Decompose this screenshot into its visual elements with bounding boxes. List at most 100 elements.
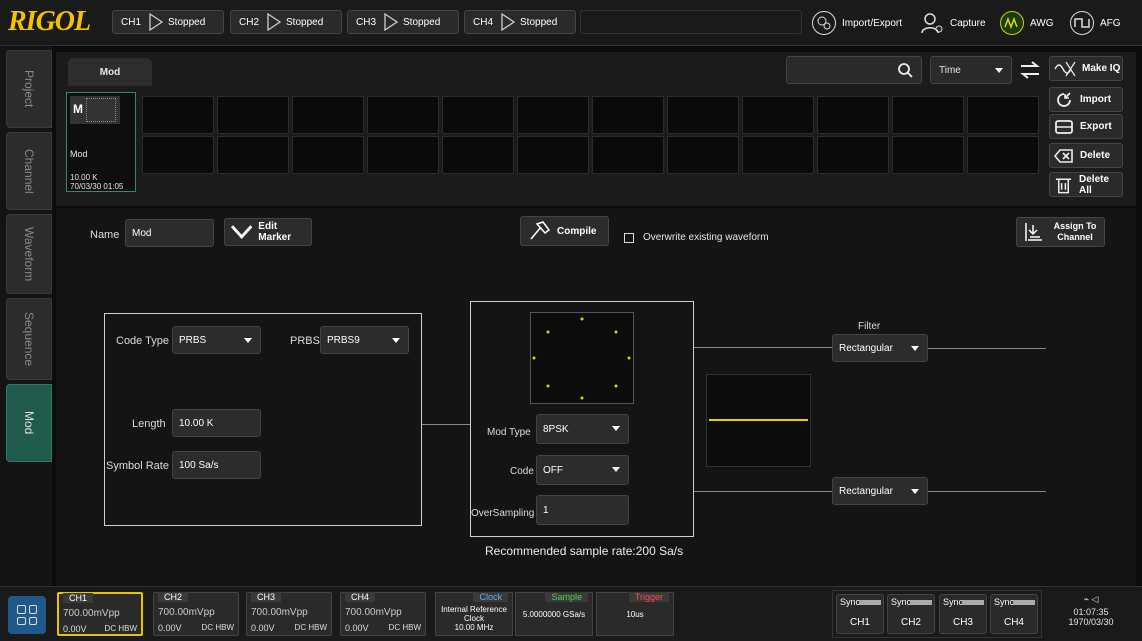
export-button[interactable]: Export: [1049, 114, 1123, 139]
library-slot[interactable]: [742, 136, 814, 174]
capture-icon: [921, 13, 943, 34]
awg-button[interactable]: AWG: [1000, 10, 1054, 36]
flow-line-i-out: [928, 348, 1046, 349]
channel-card-ch4[interactable]: CH4 700.00mVpp 0.00V DC HBW: [340, 592, 426, 636]
tab-project[interactable]: Project: [6, 50, 52, 128]
clock-card[interactable]: Clock Internal Reference Clock 10.00 MHz: [435, 592, 513, 636]
library-slot[interactable]: [217, 136, 289, 174]
library-slot[interactable]: [292, 136, 364, 174]
library-slot[interactable]: [667, 136, 739, 174]
edit-marker-button[interactable]: Edit Marker: [224, 218, 312, 246]
mod-type-label: Mod Type: [487, 427, 531, 438]
channel-card-ch2[interactable]: CH2 700.00mVpp 0.00V DC HBW: [153, 592, 239, 636]
delete-all-button[interactable]: Delete All: [1049, 172, 1123, 197]
library-slot[interactable]: [517, 136, 589, 174]
tab-channel[interactable]: Channel: [6, 132, 52, 210]
name-input[interactable]: Mod: [125, 219, 214, 247]
tab-waveform[interactable]: Waveform: [6, 214, 52, 294]
chevron-down-icon: [995, 68, 1003, 73]
library-slot[interactable]: [892, 136, 964, 174]
import-export-icon: [812, 11, 836, 35]
sync-ch2[interactable]: Sync CH2: [887, 594, 935, 634]
ch1-run-button[interactable]: CH1 Stopped: [112, 10, 224, 34]
filter-q-select[interactable]: Rectangular: [832, 477, 928, 505]
make-iq-button[interactable]: Make IQ: [1049, 56, 1123, 81]
library-slot[interactable]: [217, 96, 289, 134]
sample-card[interactable]: Sample 5.0000000 GSa/s: [515, 592, 593, 636]
library-slot[interactable]: [367, 136, 439, 174]
delete-label: Delete: [1080, 150, 1111, 161]
assign-to-channel-button[interactable]: Assign To Channel: [1016, 217, 1105, 247]
library-slot[interactable]: [517, 96, 589, 134]
rigol-logo: RIGOL: [8, 6, 91, 37]
afg-button[interactable]: AFG: [1070, 10, 1121, 36]
library-slot[interactable]: [892, 96, 964, 134]
sync-ch: CH3: [952, 617, 973, 628]
system-tray[interactable]: ⌁ ◁ 01:07:35 1970/03/30: [1046, 590, 1136, 638]
sync-ch1[interactable]: Sync CH1: [836, 594, 884, 634]
ch3-run-button[interactable]: CH3 Stopped: [347, 10, 459, 34]
library-slot[interactable]: [967, 96, 1039, 134]
card-offset: 0.00V: [63, 624, 87, 634]
code-select[interactable]: OFF: [536, 455, 629, 485]
library-slot[interactable]: [292, 96, 364, 134]
afg-icon: [1070, 11, 1094, 35]
overwrite-checkbox[interactable]: [624, 233, 634, 243]
mod-type-select[interactable]: 8PSK: [536, 414, 629, 444]
flow-line-q: [694, 491, 832, 492]
channel-card-ch3[interactable]: CH3 700.00mVpp 0.00V DC HBW: [246, 592, 332, 636]
code-type-select[interactable]: PRBS: [172, 326, 261, 354]
delete-all-label: Delete All: [1079, 173, 1110, 196]
assign-label-line1: Assign To: [1053, 221, 1097, 231]
library-slot[interactable]: [817, 136, 889, 174]
chevron-down-icon: [392, 338, 400, 343]
library-slot[interactable]: [367, 96, 439, 134]
library-slot[interactable]: [592, 136, 664, 174]
compile-button[interactable]: Compile: [520, 216, 609, 246]
library-slot[interactable]: [142, 136, 214, 174]
play-icon: [501, 13, 516, 31]
library-tab-mod[interactable]: Mod: [68, 58, 152, 86]
search-input[interactable]: [786, 56, 922, 84]
library-slot[interactable]: [667, 96, 739, 134]
length-input[interactable]: 10.00 K: [172, 409, 261, 437]
import-export-label: Import/Export: [842, 17, 903, 29]
library-slot[interactable]: [592, 96, 664, 134]
sort-select[interactable]: Time: [930, 56, 1012, 84]
symbol-rate-input[interactable]: 100 Sa/s: [172, 451, 261, 479]
library-slot[interactable]: [817, 96, 889, 134]
import-button[interactable]: Import: [1049, 87, 1123, 112]
grid-cell: [17, 616, 26, 625]
prbs-select[interactable]: PRBS9: [320, 326, 409, 354]
search-icon[interactable]: [897, 62, 913, 78]
library-slot[interactable]: [967, 136, 1039, 174]
item-name: Mod: [70, 149, 88, 159]
oversampling-input[interactable]: 1: [536, 495, 629, 525]
waveform-trace: [709, 419, 808, 421]
ch2-run-button[interactable]: CH2 Stopped: [230, 10, 342, 34]
trigger-card[interactable]: Trigger 10us: [596, 592, 674, 636]
grid-icon: [86, 98, 116, 122]
library-slot[interactable]: [142, 96, 214, 134]
swap-icon[interactable]: [1018, 58, 1042, 82]
sync-ch4[interactable]: Sync CH4: [990, 594, 1038, 634]
sync-ch3[interactable]: Sync CH3: [939, 594, 987, 634]
sync-indicator: [859, 600, 881, 605]
library-item-mod[interactable]: M Mod 10.00 K 70/03/30 01:05: [66, 92, 136, 192]
library-slot[interactable]: [742, 96, 814, 134]
delete-icon: [1054, 148, 1073, 163]
capture-button[interactable]: Capture: [920, 10, 986, 36]
channel-card-ch1[interactable]: CH1 700.00mVpp 0.00V DC HBW: [57, 592, 143, 636]
filter-i-select[interactable]: Rectangular: [832, 334, 928, 362]
card-offset: 0.00V: [345, 623, 369, 633]
library-slot[interactable]: [442, 96, 514, 134]
library-slot[interactable]: [442, 136, 514, 174]
apps-menu-button[interactable]: [8, 596, 46, 634]
code-value: OFF: [543, 464, 563, 476]
delete-button[interactable]: Delete: [1049, 143, 1123, 168]
tab-mod[interactable]: Mod: [6, 384, 52, 462]
tab-sequence[interactable]: Sequence: [6, 298, 52, 380]
ch4-run-button[interactable]: CH4 Stopped: [464, 10, 576, 34]
import-export-button[interactable]: Import/Export: [812, 10, 902, 36]
symbol-rate-label: Symbol Rate: [106, 460, 169, 472]
